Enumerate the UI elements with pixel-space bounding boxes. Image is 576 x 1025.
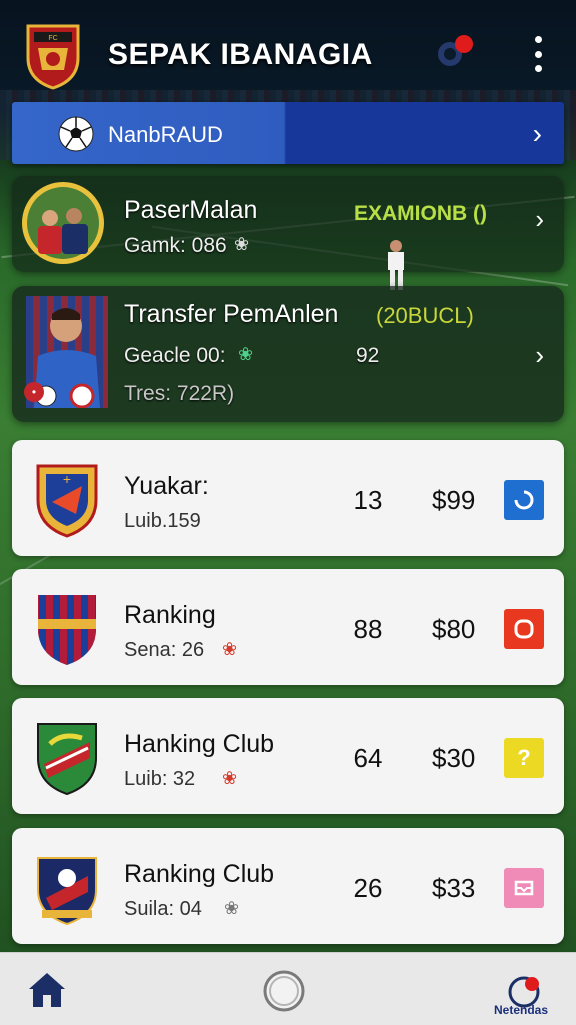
action-button[interactable] bbox=[504, 609, 544, 649]
transfer-title: Transfer PemAnlen bbox=[124, 300, 339, 328]
record-icon bbox=[514, 619, 534, 639]
club-crest-icon bbox=[38, 595, 96, 665]
match-title: PaserMalan bbox=[124, 196, 258, 224]
inbox-button[interactable] bbox=[504, 868, 544, 908]
ranking-subtitle: Sena: 26 bbox=[124, 639, 205, 661]
ranking-title: Ranking bbox=[124, 601, 216, 629]
match-tag: EXAMIONB () bbox=[354, 202, 487, 225]
more-menu-icon[interactable] bbox=[530, 36, 546, 72]
ranking-price: $30 bbox=[432, 743, 476, 773]
app-title: SEPAK IBANAGIA bbox=[108, 38, 373, 71]
ranking-subtitle: Luib: 32 bbox=[124, 768, 196, 790]
ranking-row[interactable]: Ranking Club Suila: 04 ❀ 26 $33 bbox=[12, 828, 564, 944]
transfer-tag: (20BUCL) bbox=[376, 303, 474, 328]
chevron-right-icon: › bbox=[535, 340, 544, 370]
ranking-number: 64 bbox=[353, 743, 383, 773]
inbox-icon bbox=[514, 880, 534, 896]
leaf-icon: ❀ bbox=[238, 344, 254, 364]
ranking-title: Yuakar: bbox=[124, 472, 209, 500]
app-header: FC SEPAK IBANAGIA bbox=[0, 0, 576, 100]
match-subtitle: Gamk: 086 bbox=[124, 234, 227, 257]
flame-icon: ❀ bbox=[224, 898, 240, 918]
team-photo-badge bbox=[22, 182, 104, 264]
transfer-value: 92 bbox=[356, 344, 380, 367]
transfer-detail: Tres: 722R) bbox=[124, 382, 235, 405]
refresh-button[interactable] bbox=[504, 480, 544, 520]
banner-label: NanbRAUD bbox=[108, 122, 223, 147]
soccer-ball-icon bbox=[58, 116, 94, 152]
ranking-row[interactable]: Ranking Sena: 26 ❀ 88 $80 bbox=[12, 569, 564, 685]
notification-icon[interactable] bbox=[432, 34, 478, 70]
chevron-right-icon: › bbox=[532, 118, 542, 149]
nav-right-label: Netendas bbox=[494, 1003, 549, 1017]
flame-icon: ❀ bbox=[234, 234, 250, 254]
flame-icon: ❀ bbox=[222, 639, 238, 659]
badge-icon: • bbox=[24, 382, 44, 402]
ranking-price: $99 bbox=[432, 485, 476, 515]
ranking-price: $80 bbox=[432, 614, 476, 644]
home-icon[interactable] bbox=[26, 969, 68, 1011]
ranking-row[interactable]: Hanking Club Luib: 32 ❀ 64 $30 ? bbox=[12, 698, 564, 814]
club-crest-logo-icon[interactable]: FC bbox=[24, 22, 82, 90]
ranking-subtitle: Suila: 04 bbox=[124, 898, 202, 920]
transfer-subtitle: Geacle 00: bbox=[124, 344, 226, 367]
match-card[interactable]: PaserMalan Gamk: 086 ❀ EXAMIONB () › bbox=[12, 176, 564, 290]
bottom-navigation: Netendas bbox=[0, 952, 576, 1025]
transfer-card[interactable]: • Transfer PemAnlen (20BUCL) Geacle 00: … bbox=[12, 286, 564, 422]
question-icon: ? bbox=[517, 745, 531, 770]
svg-text:FC: FC bbox=[48, 35, 57, 42]
circle-button-icon[interactable] bbox=[262, 969, 306, 1013]
ranking-row[interactable]: + Yuakar: Luib.159 13 $99 bbox=[12, 440, 564, 556]
ranking-title: Hanking Club bbox=[124, 730, 275, 758]
flame-icon: ❀ bbox=[222, 768, 238, 788]
ranking-number: 13 bbox=[353, 485, 383, 515]
refresh-icon bbox=[514, 490, 534, 510]
club-crest-icon: + bbox=[36, 464, 98, 538]
svg-text:+: + bbox=[63, 471, 71, 487]
ranking-price: $33 bbox=[432, 873, 476, 903]
ranking-subtitle: Luib.159 bbox=[124, 510, 201, 532]
ranking-number: 88 bbox=[353, 614, 383, 644]
club-crest-icon bbox=[37, 723, 97, 796]
featured-banner[interactable]: NanbRAUD › bbox=[12, 102, 564, 164]
help-button[interactable]: ? bbox=[504, 738, 544, 778]
club-crest-icon bbox=[37, 857, 97, 926]
chevron-right-icon: › bbox=[535, 204, 544, 234]
ranking-number: 26 bbox=[353, 873, 383, 903]
ranking-title: Ranking Club bbox=[124, 860, 275, 888]
